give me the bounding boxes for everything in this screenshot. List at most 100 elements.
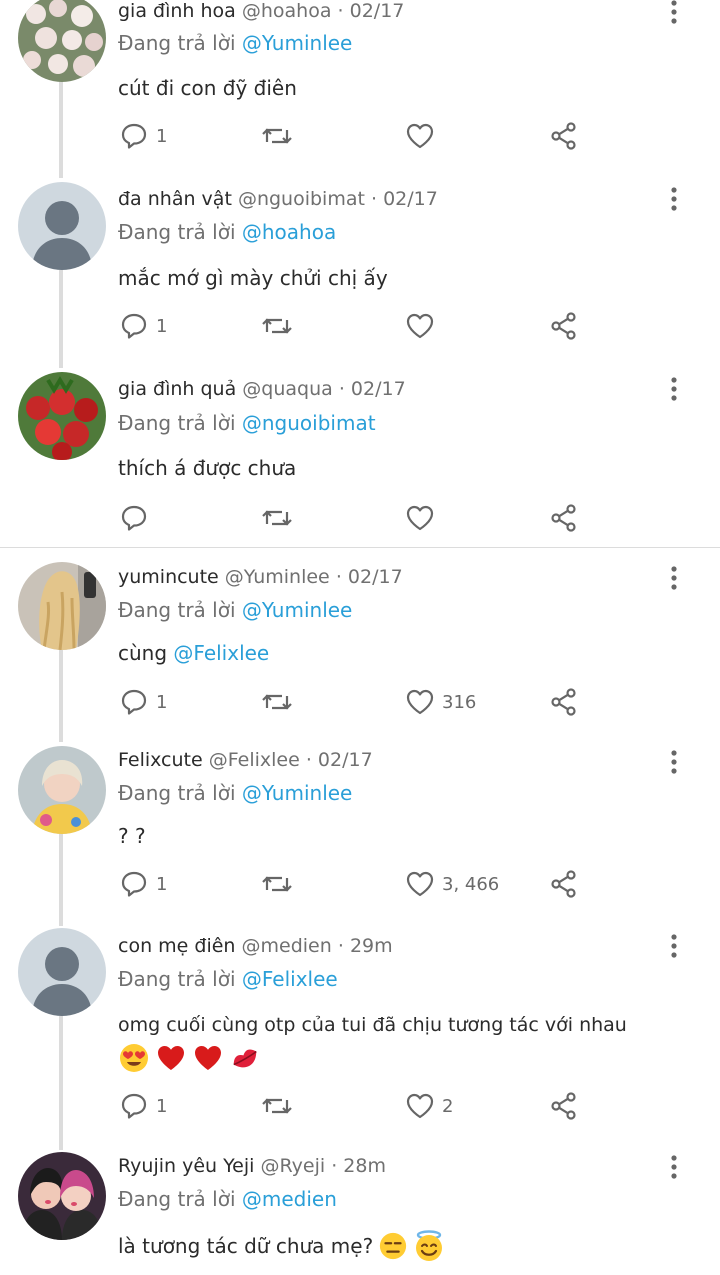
more-vertical-icon[interactable] — [667, 934, 681, 958]
heart-icon — [406, 871, 434, 897]
timestamp[interactable]: 02/17 — [350, 0, 405, 22]
reply-mention[interactable]: @Yuminlee — [242, 598, 352, 622]
user-handle[interactable]: @quaqua — [242, 378, 333, 400]
display-name[interactable]: gia đình hoa — [118, 0, 236, 22]
more-vertical-icon[interactable] — [667, 566, 681, 590]
timestamp[interactable]: 29m — [350, 935, 393, 957]
display-name[interactable]: Ryujin yêu Yeji — [118, 1155, 254, 1177]
like-button[interactable]: 2 — [406, 1093, 453, 1119]
retweet-button[interactable] — [262, 689, 292, 715]
retweet-button[interactable] — [262, 123, 292, 149]
reply-button[interactable]: 1 — [120, 312, 167, 340]
display-name[interactable]: đa nhân vật — [118, 188, 232, 210]
tweet-text: thích á được chưa — [118, 456, 297, 480]
thread-line — [59, 1016, 63, 1150]
timestamp[interactable]: 02/17 — [351, 378, 406, 400]
reply-prefix: Đang trả lời — [118, 31, 236, 55]
reply-mention[interactable]: @Yuminlee — [242, 781, 352, 805]
display-name[interactable]: Felixcute — [118, 749, 203, 771]
reply-prefix: Đang trả lời — [118, 781, 236, 805]
retweet-button[interactable] — [262, 871, 292, 897]
user-handle[interactable]: @hoahoa — [242, 0, 332, 22]
tweet-text-plain: cùng — [118, 641, 168, 665]
user-handle[interactable]: @medien — [242, 935, 332, 957]
retweet-icon — [262, 128, 292, 144]
share-icon — [551, 688, 576, 716]
retweet-button[interactable] — [262, 505, 292, 531]
reply-prefix: Đang trả lời — [118, 598, 236, 622]
reply-button[interactable]: 1 — [120, 122, 167, 150]
user-handle[interactable]: @nguoibimat — [238, 188, 365, 210]
like-button[interactable]: 3, 466 — [406, 871, 499, 897]
retweet-button[interactable] — [262, 313, 292, 339]
more-vertical-icon[interactable] — [667, 377, 681, 401]
tweet-actions: 1 — [0, 308, 720, 348]
avatar[interactable] — [18, 182, 106, 270]
smiling-halo-face-icon — [416, 1230, 443, 1261]
heart-icon — [406, 1093, 434, 1119]
like-button[interactable] — [406, 505, 442, 531]
separator-dot: · — [337, 935, 344, 957]
timestamp[interactable]: 02/17 — [318, 749, 373, 771]
display-name[interactable]: gia đình quả — [118, 378, 236, 400]
more-vertical-icon[interactable] — [667, 750, 681, 774]
tweet-header: gia đình quả @quaqua · 02/17 — [118, 378, 406, 400]
reply-prefix: Đang trả lời — [118, 967, 236, 991]
share-button[interactable] — [550, 122, 578, 150]
tweet-text: omg cuối cùng otp của tui đã chịu tương … — [118, 1014, 627, 1036]
like-button[interactable] — [406, 123, 442, 149]
reply-context: Đang trả lời @Yuminlee — [118, 31, 352, 55]
reply-mention[interactable]: @nguoibimat — [242, 411, 376, 435]
more-vertical-icon[interactable] — [667, 1155, 681, 1179]
retweet-icon — [262, 876, 292, 892]
reply-icon — [121, 123, 147, 149]
separator-dot: · — [370, 188, 378, 210]
reply-mention[interactable]: @hoahoa — [242, 220, 336, 244]
reply-icon — [121, 313, 147, 339]
reply-button[interactable]: 1 — [120, 688, 167, 716]
reply-prefix: Đang trả lời — [118, 1187, 236, 1211]
more-vertical-icon[interactable] — [667, 187, 681, 211]
reply-icon — [121, 689, 147, 715]
share-button[interactable] — [550, 870, 578, 898]
timestamp[interactable]: 28m — [343, 1155, 386, 1177]
share-button[interactable] — [550, 504, 578, 532]
reply-button[interactable]: 1 — [120, 870, 167, 898]
like-button[interactable]: 316 — [406, 689, 476, 715]
separator-dot: · — [335, 566, 342, 588]
share-button[interactable] — [550, 688, 578, 716]
tweet-actions: 1 — [0, 118, 720, 158]
avatar[interactable] — [18, 928, 106, 1016]
reply-button[interactable]: 1 — [120, 1092, 167, 1120]
reply-mention[interactable]: @Felixlee — [242, 967, 338, 991]
timestamp[interactable]: 02/17 — [383, 188, 438, 210]
tweet-actions: 1 3, 466 — [0, 866, 720, 906]
display-name[interactable]: yumincute — [118, 566, 219, 588]
separator-dot: · — [331, 1155, 338, 1177]
avatar[interactable] — [18, 0, 106, 82]
share-button[interactable] — [550, 312, 578, 340]
avatar[interactable] — [18, 372, 106, 460]
reply-context: Đang trả lời @hoahoa — [118, 220, 336, 244]
avatar[interactable] — [18, 1152, 106, 1240]
user-handle[interactable]: @Ryeji — [260, 1155, 325, 1177]
user-handle[interactable]: @Felixlee — [209, 749, 300, 771]
reply-context: Đang trả lời @Felixlee — [118, 967, 338, 991]
user-handle[interactable]: @Yuminlee — [225, 566, 330, 588]
timestamp[interactable]: 02/17 — [348, 566, 403, 588]
share-icon — [551, 312, 576, 340]
share-button[interactable] — [550, 1092, 578, 1120]
reply-mention[interactable]: @Yuminlee — [242, 31, 352, 55]
avatar[interactable] — [18, 562, 106, 650]
reply-mention[interactable]: @medien — [242, 1187, 337, 1211]
tweet-text: mắc mớ gì mày chửi chị ấy — [118, 266, 388, 290]
avatar[interactable] — [18, 746, 106, 834]
text-mention[interactable]: @Felixlee — [173, 641, 269, 665]
reply-button[interactable] — [120, 504, 156, 532]
display-name[interactable]: con mẹ điên — [118, 935, 235, 957]
like-button[interactable] — [406, 313, 442, 339]
tweet-header: con mẹ điên @medien · 29m — [118, 935, 393, 957]
retweet-button[interactable] — [262, 1093, 292, 1119]
more-vertical-icon[interactable] — [667, 0, 681, 24]
share-icon — [551, 1092, 576, 1120]
